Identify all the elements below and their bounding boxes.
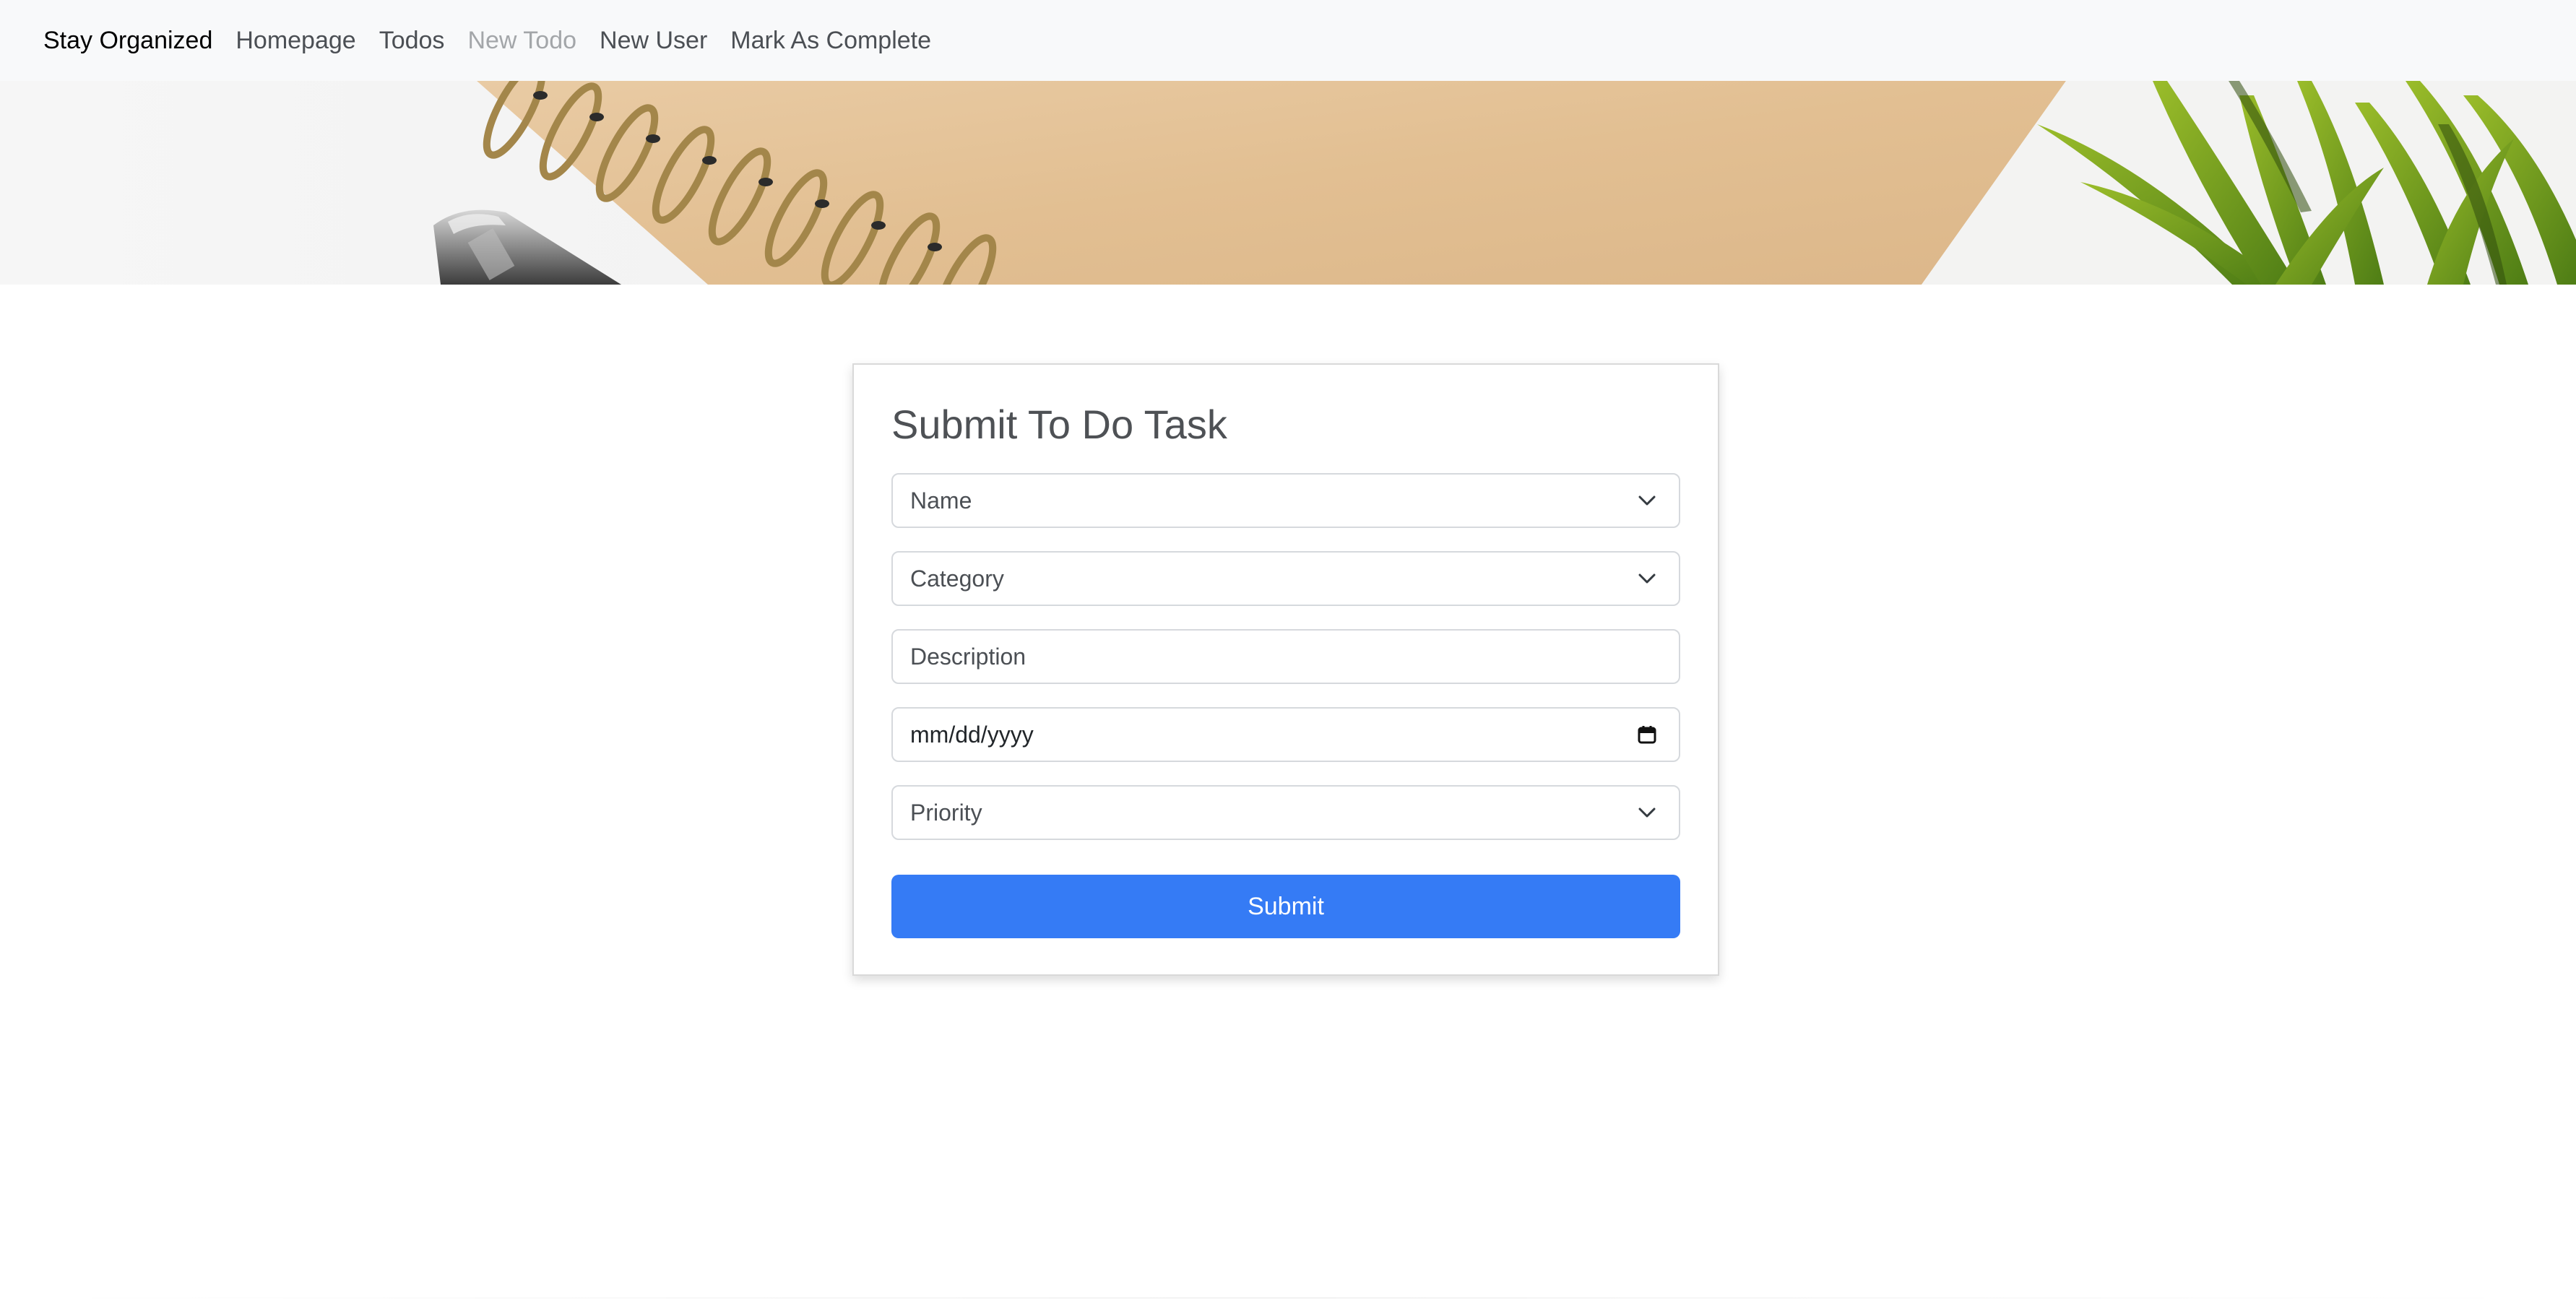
date-placeholder: mm/dd/yyyy — [910, 721, 1034, 748]
nav-link-new-user[interactable]: New User — [600, 27, 707, 55]
hero-banner-image — [0, 81, 2576, 285]
name-select[interactable]: Name — [891, 473, 1680, 528]
calendar-icon[interactable] — [1635, 723, 1659, 746]
form-title: Submit To Do Task — [891, 402, 1227, 447]
chevron-down-icon — [1635, 489, 1659, 512]
category-select-value: Category — [910, 565, 1004, 592]
submit-button[interactable]: Submit — [891, 875, 1680, 938]
nav-link-todos[interactable]: Todos — [379, 27, 445, 55]
notebook-pen-plant-illustration — [0, 81, 2576, 285]
chevron-down-icon — [1635, 801, 1659, 824]
brand-link[interactable]: Stay Organized — [43, 27, 212, 55]
priority-select-value: Priority — [910, 799, 982, 826]
nav-link-new-todo[interactable]: New Todo — [467, 27, 576, 55]
name-select-value: Name — [910, 487, 972, 514]
nav-link-homepage[interactable]: Homepage — [235, 27, 355, 55]
footer-divider — [43, 1297, 2533, 1299]
description-input[interactable]: Description — [891, 629, 1680, 684]
priority-select[interactable]: Priority — [891, 785, 1680, 840]
due-date-input[interactable]: mm/dd/yyyy — [891, 707, 1680, 762]
category-select[interactable]: Category — [891, 551, 1680, 606]
description-placeholder: Description — [910, 643, 1026, 670]
nav-link-mark-as-complete[interactable]: Mark As Complete — [730, 27, 931, 55]
todo-form-card: Submit To Do Task Name Category Descript… — [852, 363, 1719, 976]
chevron-down-icon — [1635, 567, 1659, 590]
navbar: Stay Organized Homepage Todos New Todo N… — [0, 0, 2576, 81]
